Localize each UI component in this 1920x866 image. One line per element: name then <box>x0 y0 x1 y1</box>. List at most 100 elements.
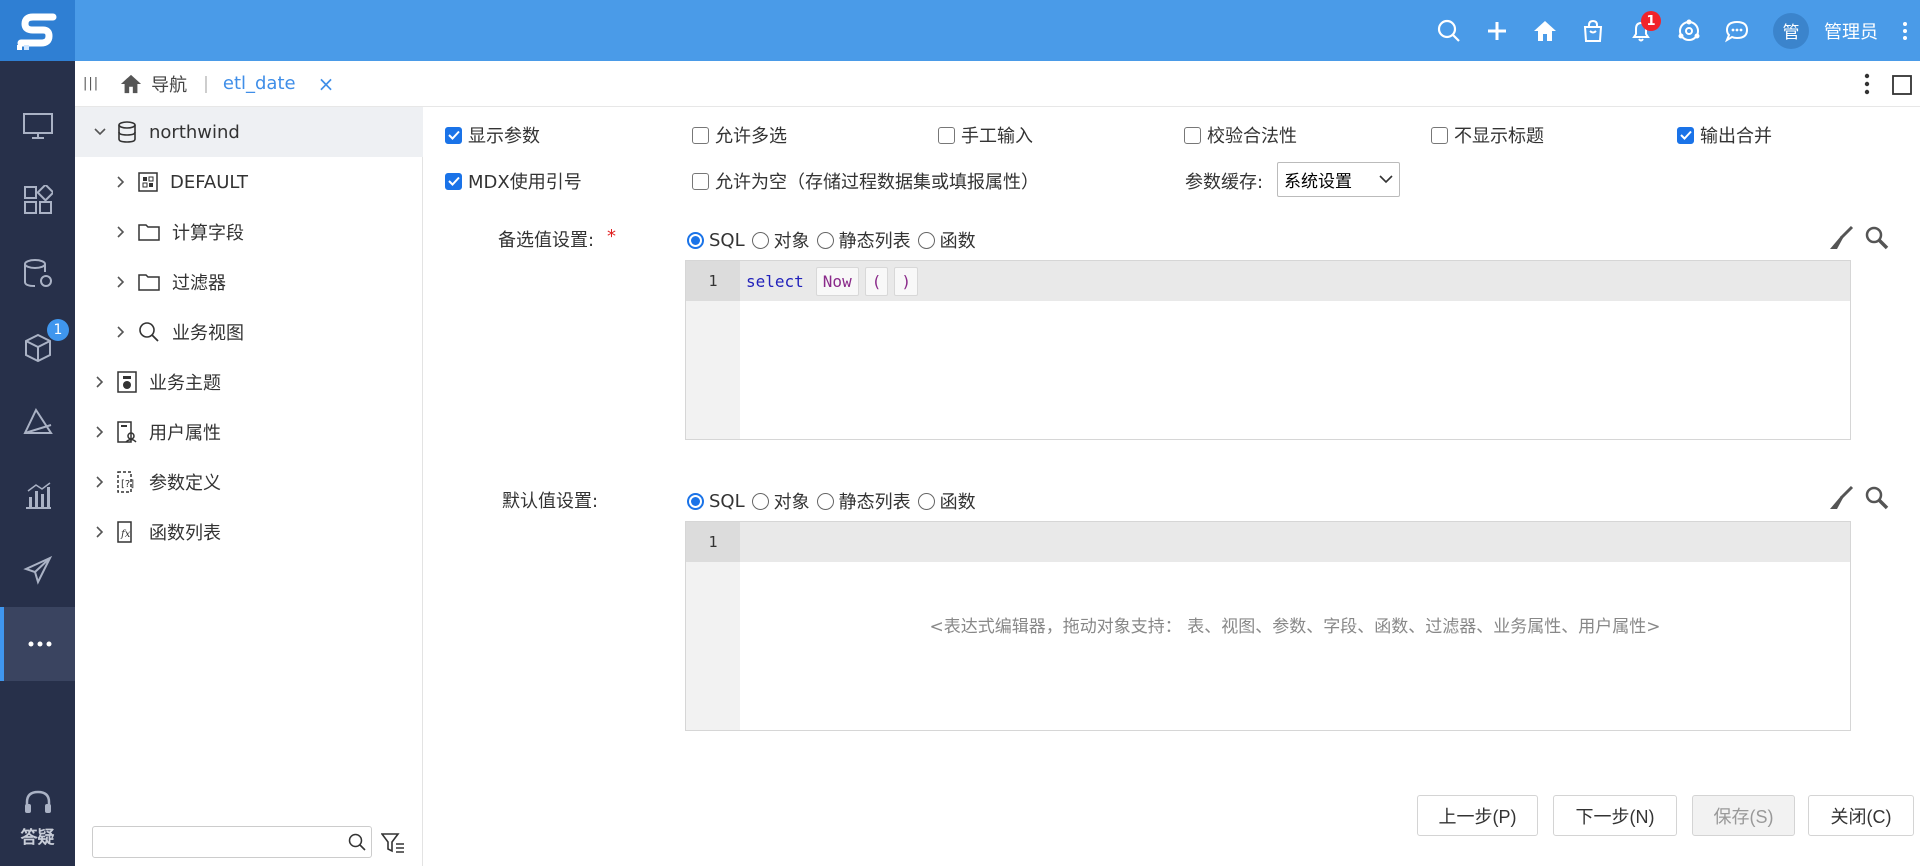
nav-more-icon[interactable] <box>0 607 75 681</box>
help-label: 答疑 <box>20 828 55 848</box>
tab-close-icon[interactable]: × <box>318 72 335 96</box>
more-vertical-icon[interactable] <box>1890 0 1920 61</box>
chevron-right-icon[interactable] <box>114 176 128 188</box>
prev-button[interactable]: 上一步(P) <box>1417 795 1538 836</box>
magnifier-icon[interactable] <box>1864 225 1890 251</box>
checkbox-unchecked-icon <box>1431 126 1448 144</box>
default-radio-static-list[interactable]: 静态列表 <box>816 488 911 514</box>
more-vertical-icon[interactable] <box>1864 73 1870 95</box>
candidate-radio-object[interactable]: 对象 <box>751 227 810 253</box>
tree-item-label: northwind <box>149 121 240 143</box>
nav-components-icon[interactable] <box>0 163 75 237</box>
tree-item-param-definitions[interactable]: [?] 参数定义 <box>75 457 423 507</box>
line-number: 1 <box>686 522 740 562</box>
param-form: 显示参数 允许多选 手工输入 校验合法性 不显示标题 输出合并 MDX使用引号 … <box>424 107 1920 866</box>
candidate-radio-function[interactable]: 函数 <box>917 227 976 253</box>
filter-icon[interactable] <box>381 832 405 854</box>
checkbox-manual-input[interactable]: 手工输入 <box>938 122 1033 148</box>
shopping-bag-icon[interactable] <box>1569 0 1617 61</box>
nav-ruler-icon[interactable] <box>0 385 75 459</box>
add-icon[interactable] <box>1473 0 1521 61</box>
param-icon: [?] <box>117 471 137 493</box>
close-button[interactable]: 关闭(C) <box>1808 795 1914 836</box>
default-radio-object[interactable]: 对象 <box>751 488 810 514</box>
chevron-right-icon[interactable] <box>93 376 107 388</box>
checkbox-unchecked-icon <box>692 126 709 144</box>
brush-icon[interactable] <box>1828 485 1854 511</box>
function-icon: fx <box>117 521 137 543</box>
cache-select[interactable]: 系统设置 <box>1277 162 1400 197</box>
chevron-right-icon[interactable] <box>114 326 128 338</box>
tree-item-label: 过滤器 <box>172 273 226 294</box>
candidate-radio-static-list[interactable]: 静态列表 <box>816 227 911 253</box>
default-expression-editor[interactable]: 1 <表达式编辑器，拖动对象支持： 表、视图、参数、字段、函数、过滤器、业务属性… <box>685 521 1851 731</box>
nav-database-settings-icon[interactable] <box>0 237 75 311</box>
candidate-sql-editor[interactable]: 1 select Now ( ) <box>685 260 1851 440</box>
brush-icon[interactable] <box>1828 225 1854 251</box>
nav-tab[interactable]: 导航 <box>151 71 187 97</box>
default-radio-function[interactable]: 函数 <box>917 488 976 514</box>
default-radio-sql[interactable]: SQL <box>687 491 745 512</box>
chevron-right-icon[interactable] <box>93 476 107 488</box>
tree-item-northwind[interactable]: northwind <box>75 107 423 157</box>
tree-item-filters[interactable]: 过滤器 <box>75 257 423 307</box>
app-logo[interactable] <box>0 0 75 61</box>
tree-item-business-views[interactable]: 业务视图 <box>75 307 423 357</box>
chevron-right-icon[interactable] <box>93 526 107 538</box>
chat-icon[interactable] <box>1713 0 1761 61</box>
sql-token-function[interactable]: Now <box>815 266 859 296</box>
checkbox-mdx-quote[interactable]: MDX使用引号 <box>445 168 582 194</box>
user-name[interactable]: 管理员 <box>1824 18 1878 44</box>
checkbox-hide-title[interactable]: 不显示标题 <box>1431 122 1544 148</box>
search-icon[interactable] <box>1425 0 1473 61</box>
tree-item-function-list[interactable]: fx 函数列表 <box>75 507 423 557</box>
nav-chart-icon[interactable] <box>0 459 75 533</box>
checkbox-allow-multi[interactable]: 允许多选 <box>692 122 787 148</box>
tab-etl-date[interactable]: etl_date <box>223 73 296 94</box>
checkbox-unchecked-icon <box>692 172 709 190</box>
magnifier-icon[interactable] <box>1864 485 1890 511</box>
chevron-right-icon[interactable] <box>114 276 128 288</box>
chevron-right-icon[interactable] <box>114 226 128 238</box>
tree-item-label: 计算字段 <box>172 223 244 244</box>
next-button[interactable]: 下一步(N) <box>1553 795 1677 836</box>
bell-icon[interactable]: 1 <box>1617 0 1665 61</box>
tree-item-business-topics[interactable]: 业务主题 <box>75 357 423 407</box>
checkbox-allow-empty[interactable]: 允许为空（存储过程数据集或填报属性） <box>692 168 1039 194</box>
home-icon[interactable] <box>119 73 143 95</box>
radio-unselected-icon <box>816 492 834 510</box>
tree-item-label: 业务主题 <box>149 373 221 394</box>
checkbox-show-params[interactable]: 显示参数 <box>445 122 540 148</box>
tree-item-label: 业务视图 <box>172 323 244 344</box>
default-tools <box>1828 485 1890 511</box>
sql-token-close-paren[interactable]: ) <box>894 266 918 296</box>
tree-search-input[interactable] <box>99 827 339 857</box>
network-icon[interactable] <box>1665 0 1713 61</box>
tree-item-calc-fields[interactable]: 计算字段 <box>75 207 423 257</box>
logo-icon <box>16 13 56 50</box>
help-button[interactable]: 答疑 <box>0 788 75 848</box>
radio-unselected-icon <box>751 231 769 249</box>
nav-cube-icon[interactable]: 1 <box>0 311 75 385</box>
cache-label: 参数缓存: <box>1185 172 1264 193</box>
search-icon[interactable] <box>348 833 366 851</box>
maximize-icon[interactable] <box>1892 75 1912 95</box>
checkbox-merge-output[interactable]: 输出合并 <box>1677 122 1772 148</box>
database-icon <box>117 121 137 143</box>
avatar[interactable]: 管 <box>1773 12 1809 49</box>
collapse-handle-icon[interactable]: ||| <box>83 76 99 91</box>
tree-item-user-attributes[interactable]: 用户属性 <box>75 407 423 457</box>
home-icon[interactable] <box>1521 0 1569 61</box>
tree-item-default[interactable]: DEFAULT <box>75 157 423 207</box>
chevron-right-icon[interactable] <box>93 426 107 438</box>
top-header: 1 管 管理员 <box>0 0 1920 61</box>
checkbox-validate[interactable]: 校验合法性 <box>1184 122 1297 148</box>
sql-token-open-paren[interactable]: ( <box>864 266 889 296</box>
nav-monitor-icon[interactable] <box>0 89 75 163</box>
save-button[interactable]: 保存(S) <box>1692 795 1795 836</box>
checkbox-checked-icon <box>445 172 462 190</box>
tree-item-label: 函数列表 <box>149 523 221 544</box>
nav-send-icon[interactable] <box>0 533 75 607</box>
candidate-radio-sql[interactable]: SQL <box>687 230 745 251</box>
chevron-down-icon[interactable] <box>93 128 107 136</box>
